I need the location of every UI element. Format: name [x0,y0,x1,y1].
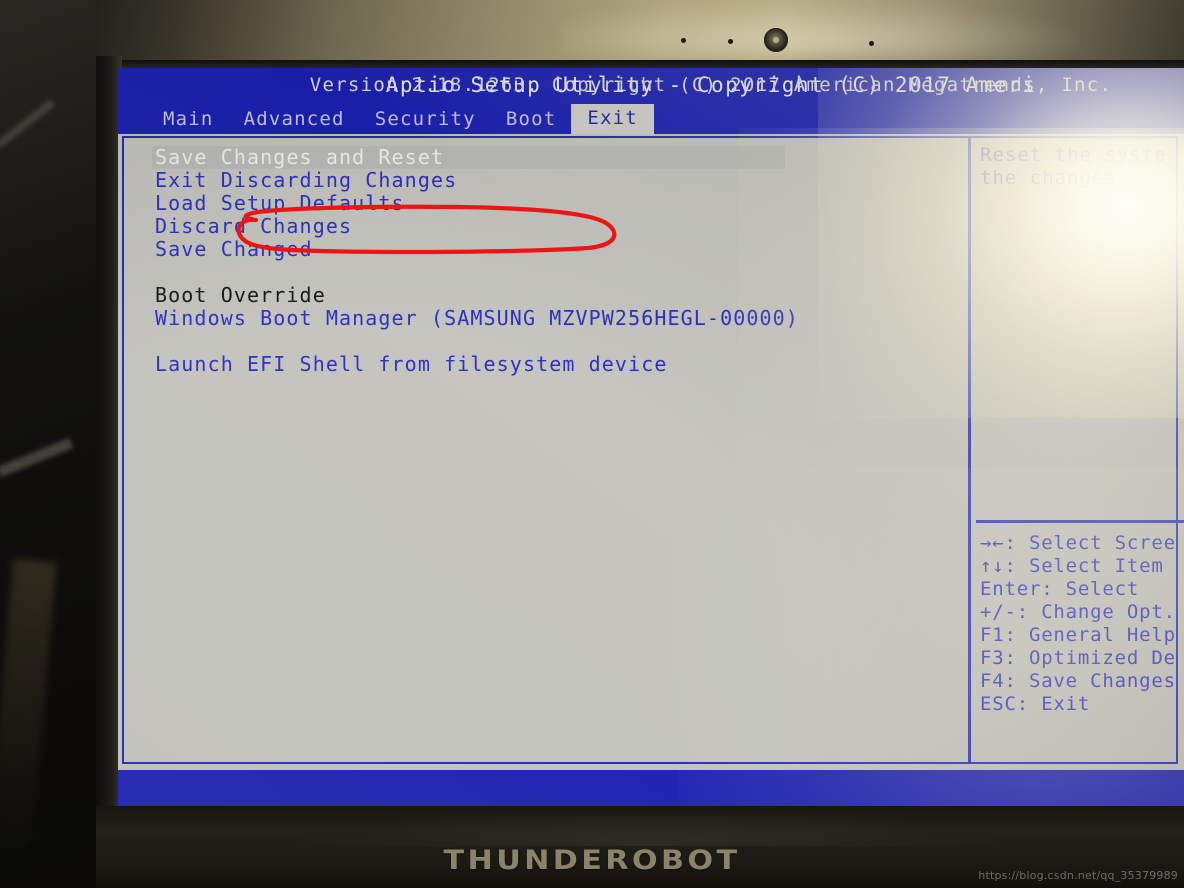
menu-section-boot-override: Boot Override [155,283,326,307]
bios-tab-bar[interactable]: Main Advanced Security Boot Exit [148,104,654,135]
menu-spacer [152,261,942,284]
legend-f4-save-changes: F4: Save Changes [980,670,1176,692]
menu-item-windows-boot-manager[interactable]: Windows Boot Manager (SAMSUNG MZVPW256HE… [152,307,942,330]
bios-footer-bar [118,770,1184,806]
photograph-of-laptop-bios-screen: Aptio Setup Utility - Copyright (C) 2017… [0,0,1184,888]
help-line: the changes. [980,167,1130,189]
legend-esc-exit: ESC: Exit [980,693,1091,715]
menu-item-exit-discarding-changes[interactable]: Exit Discarding Changes [152,169,942,192]
legend-enter-select: Enter: Select [980,578,1140,600]
menu-item-load-setup-defaults[interactable]: Load Setup Defaults [152,192,942,215]
tab-main[interactable]: Main [148,105,229,135]
bios-body: Save Changes and Reset Exit Discarding C… [118,134,1184,770]
legend-select-screen: →←: Select Scree [980,532,1176,554]
menu-spacer [152,330,942,353]
watermark-url: https://blog.csdn.net/qq_35379989 [978,869,1178,882]
bios-screen: Aptio Setup Utility - Copyright (C) 2017… [118,68,1184,806]
legend-change-opt: +/-: Change Opt. [980,601,1176,623]
microphone-hole-icon [681,38,686,43]
bios-help-separator [976,520,1184,523]
help-line: Reset the syste [980,144,1167,166]
legend-f1-general-help: F1: General Help [980,624,1176,646]
menu-item-save-changes-and-reset[interactable]: Save Changes and Reset [152,146,785,169]
microphone-hole-icon [869,41,874,46]
menu-item-discard-changes[interactable]: Discard Changes [152,215,942,238]
bios-key-legend: →←: Select Scree ↑↓: Select Item Enter: … [980,532,1184,716]
tab-boot[interactable]: Boot [491,105,572,135]
laptop-chin-sheen [300,806,1000,846]
webcam-lens-icon [773,37,779,43]
bios-vertical-divider [968,136,971,764]
bios-help-panel: Reset the syste the changes. [980,144,1180,190]
menu-item-launch-efi-shell[interactable]: Launch EFI Shell from filesystem device [152,353,942,376]
exit-menu-list: Save Changes and Reset Exit Discarding C… [152,146,942,376]
bios-version-text: Version 2.18.1263. Copyright (C) 2017 Am… [309,74,1113,96]
legend-f3-optimized-defaults: F3: Optimized De [980,647,1176,669]
tab-exit[interactable]: Exit [571,104,654,135]
microphone-hole-icon [728,39,733,44]
tab-advanced[interactable]: Advanced [229,105,360,135]
menu-item-save-changed[interactable]: Save Changed [152,238,942,261]
tab-security[interactable]: Security [360,105,491,135]
bezel-flash-sheen [560,0,1100,56]
legend-select-item: ↑↓: Select Item [980,555,1164,577]
